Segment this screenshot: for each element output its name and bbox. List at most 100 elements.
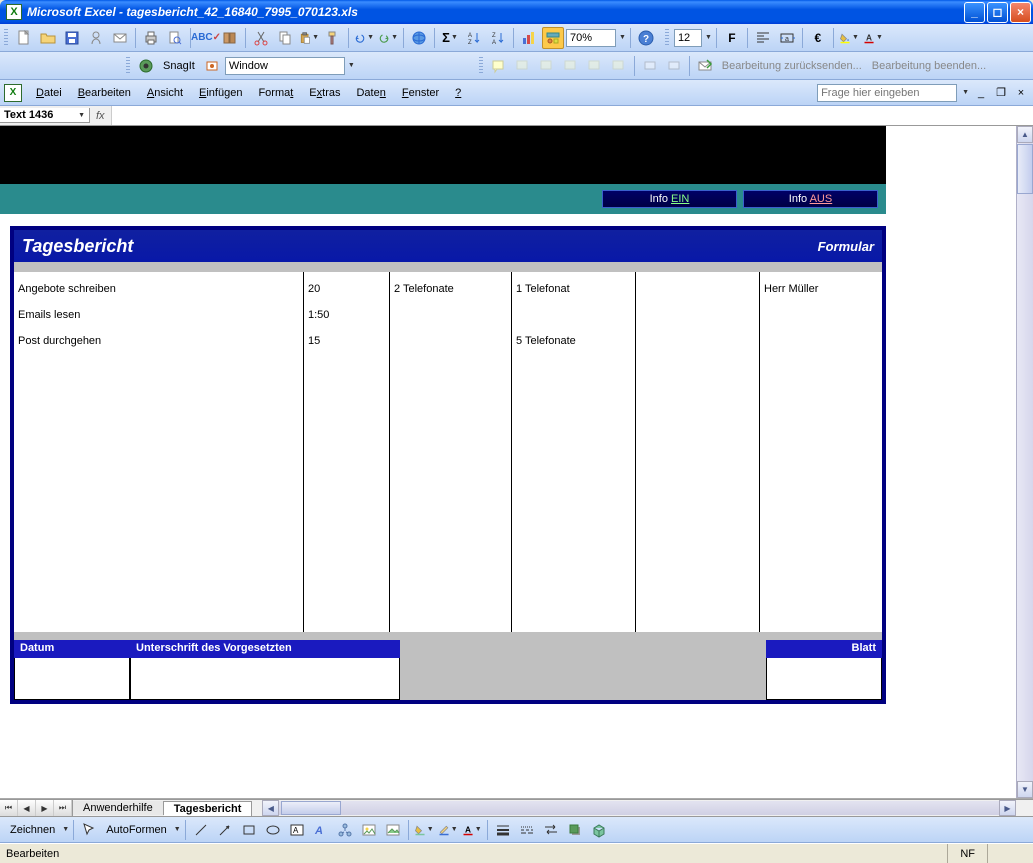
arrow-style-button[interactable] (540, 819, 562, 841)
undo-button[interactable]: ▼ (353, 27, 375, 49)
menu-bearbeiten[interactable]: Bearbeiten (70, 84, 139, 102)
format-painter-button[interactable] (322, 27, 344, 49)
autosum-button[interactable]: Σ▼ (439, 27, 461, 49)
maximize-button[interactable]: ◻ (987, 2, 1008, 23)
doc-restore-button[interactable]: ❐ (993, 85, 1009, 101)
tab-nav-first[interactable]: ⏮ (0, 800, 18, 816)
zoom-select[interactable] (566, 29, 616, 47)
cell[interactable]: Herr Müller (764, 276, 878, 302)
reply-review-label[interactable]: Bearbeitung zurücksenden... (722, 60, 862, 72)
scroll-thumb[interactable] (1017, 144, 1033, 194)
rectangle-button[interactable] (238, 819, 260, 841)
tab-tagesbericht[interactable]: Tagesbericht (164, 801, 253, 816)
cell[interactable]: 20 (308, 276, 385, 302)
prev-comment-button[interactable] (512, 55, 534, 77)
column-activities[interactable]: Angebote schreiben Emails lesen Post dur… (14, 272, 304, 632)
hscroll-right-button[interactable]: ▶ (999, 800, 1016, 816)
cell[interactable]: 2 Telefonate (394, 276, 507, 302)
line-style-button[interactable] (492, 819, 514, 841)
snagit-icon[interactable] (135, 55, 157, 77)
drawing-toolbar-button[interactable] (542, 27, 564, 49)
sort-desc-button[interactable]: ZA (487, 27, 509, 49)
column-calls-b[interactable]: 1 Telefonat 5 Telefonate (512, 272, 636, 632)
menu-einfuegen[interactable]: Einfügen (191, 84, 250, 102)
name-box[interactable]: Text 1436 ▼ (0, 108, 90, 123)
show-ink-button[interactable] (663, 55, 685, 77)
vertical-scrollbar[interactable]: ▲ ▼ (1016, 126, 1033, 798)
delete-comment-button[interactable] (608, 55, 630, 77)
diagram-button[interactable] (334, 819, 356, 841)
drawing-menu[interactable]: Zeichnen (6, 824, 59, 836)
toolbar-grip[interactable] (4, 29, 8, 47)
ink-button[interactable] (639, 55, 661, 77)
font-color-button[interactable]: A▼ (862, 27, 884, 49)
3d-button[interactable] (588, 819, 610, 841)
permission-button[interactable] (85, 27, 107, 49)
snagit-profile-select[interactable] (225, 57, 345, 75)
oval-button[interactable] (262, 819, 284, 841)
fill-color-draw-button[interactable]: ▼ (413, 819, 435, 841)
merge-center-button[interactable]: a (776, 27, 798, 49)
copy-button[interactable] (274, 27, 296, 49)
menu-ansicht[interactable]: Ansicht (139, 84, 191, 102)
menu-format[interactable]: Format (250, 84, 301, 102)
column-empty[interactable] (636, 272, 760, 632)
hyperlink-button[interactable] (408, 27, 430, 49)
excel-doc-icon[interactable]: X (4, 84, 22, 102)
open-button[interactable] (37, 27, 59, 49)
info-ein-button[interactable]: Info EIN (602, 190, 737, 208)
font-size-select[interactable] (674, 29, 702, 47)
doc-close-button[interactable]: × (1013, 85, 1029, 101)
new-comment-button[interactable] (488, 55, 510, 77)
arrow-button[interactable] (214, 819, 236, 841)
snagit-capture-button[interactable] (201, 55, 223, 77)
line-color-button[interactable]: ▼ (437, 819, 459, 841)
hscroll-thumb[interactable] (281, 801, 341, 815)
blatt-input[interactable] (766, 658, 882, 700)
help-search-input[interactable] (817, 84, 957, 102)
menu-daten[interactable]: Daten (348, 84, 393, 102)
cut-button[interactable] (250, 27, 272, 49)
paste-button[interactable]: ▼ (298, 27, 320, 49)
toolbar-grip[interactable] (479, 57, 483, 75)
cell[interactable]: Angebote schreiben (18, 276, 299, 302)
insert-picture-button[interactable] (382, 819, 404, 841)
autoshapes-menu[interactable]: AutoFormen (102, 824, 171, 836)
cell[interactable]: 15 (308, 328, 385, 354)
show-comment-button[interactable] (560, 55, 582, 77)
redo-button[interactable]: ▼ (377, 27, 399, 49)
show-all-comments-button[interactable] (584, 55, 606, 77)
menu-help[interactable]: ? (447, 84, 469, 102)
tab-anwenderhilfe[interactable]: Anwenderhilfe (73, 801, 164, 815)
info-aus-button[interactable]: Info AUS (743, 190, 878, 208)
datum-input[interactable] (14, 658, 130, 700)
minimize-button[interactable]: _ (964, 2, 985, 23)
wordart-button[interactable]: A (310, 819, 332, 841)
font-color-draw-button[interactable]: A▼ (461, 819, 483, 841)
dash-style-button[interactable] (516, 819, 538, 841)
print-preview-button[interactable] (164, 27, 186, 49)
print-button[interactable] (140, 27, 162, 49)
worksheet-area[interactable]: Info EIN Info AUS Tagesbericht Formular … (0, 126, 1033, 799)
chart-wizard-button[interactable] (518, 27, 540, 49)
save-button[interactable] (61, 27, 83, 49)
menu-datei[interactable]: Datei (28, 84, 70, 102)
cell[interactable]: 1:50 (308, 302, 385, 328)
toolbar-grip[interactable] (665, 29, 669, 47)
sort-asc-button[interactable]: AZ (463, 27, 485, 49)
textbox-button[interactable]: A (286, 819, 308, 841)
formula-input[interactable] (111, 106, 1033, 125)
hscroll-left-button[interactable]: ◀ (262, 800, 279, 816)
next-comment-button[interactable] (536, 55, 558, 77)
select-objects-button[interactable] (78, 819, 100, 841)
currency-button[interactable]: € (807, 27, 829, 49)
column-duration[interactable]: 20 1:50 15 (304, 272, 390, 632)
unterschrift-input[interactable] (130, 658, 400, 700)
scroll-down-button[interactable]: ▼ (1017, 781, 1033, 798)
spelling-button[interactable]: ABC✓ (195, 27, 217, 49)
shadow-button[interactable] (564, 819, 586, 841)
tab-nav-last[interactable]: ⏭ (54, 800, 72, 816)
tab-nav-next[interactable]: ▶ (36, 800, 54, 816)
horizontal-scrollbar[interactable] (279, 801, 999, 815)
research-button[interactable] (219, 27, 241, 49)
